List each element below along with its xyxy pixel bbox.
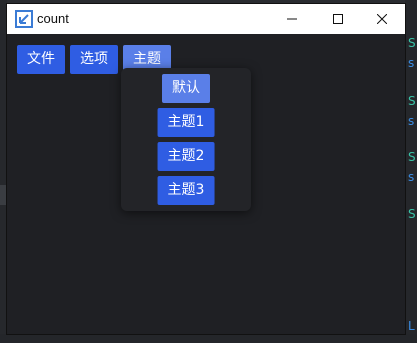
- close-button[interactable]: [359, 4, 405, 34]
- background-glyph: s: [408, 56, 415, 70]
- close-icon: [377, 14, 387, 24]
- background-editor-bottom: [0, 334, 417, 343]
- background-glyph: S: [408, 36, 416, 50]
- menu-file[interactable]: 文件: [17, 45, 65, 74]
- theme-option-3[interactable]: 主题3: [157, 176, 215, 205]
- theme-option-1[interactable]: 主题1: [157, 108, 215, 137]
- background-glyph: s: [408, 170, 415, 184]
- background-glyph: S: [408, 94, 416, 108]
- minimize-button[interactable]: [269, 4, 315, 34]
- background-marker: [0, 185, 7, 205]
- maximize-button[interactable]: [315, 4, 361, 34]
- window-title: count: [37, 11, 69, 26]
- app-window: count 文件 选项 主题 默认 主题1 主题2 主题3: [7, 4, 405, 334]
- background-editor-left: [0, 0, 7, 343]
- theme-option-default[interactable]: 默认: [162, 74, 210, 103]
- background-glyph: L: [408, 319, 415, 333]
- theme-dropdown: 默认 主题1 主题2 主题3: [121, 68, 251, 211]
- background-glyph: s: [408, 114, 415, 128]
- maximize-icon: [333, 14, 343, 24]
- app-logo-icon: [15, 10, 33, 28]
- background-glyph: S: [408, 207, 416, 221]
- title-bar[interactable]: count: [7, 4, 405, 34]
- background-glyph: S: [408, 150, 416, 164]
- background-editor-right: S s S s S s S L: [405, 0, 417, 343]
- minimize-icon: [287, 18, 297, 20]
- menu-options[interactable]: 选项: [70, 45, 118, 74]
- theme-option-2[interactable]: 主题2: [157, 142, 215, 171]
